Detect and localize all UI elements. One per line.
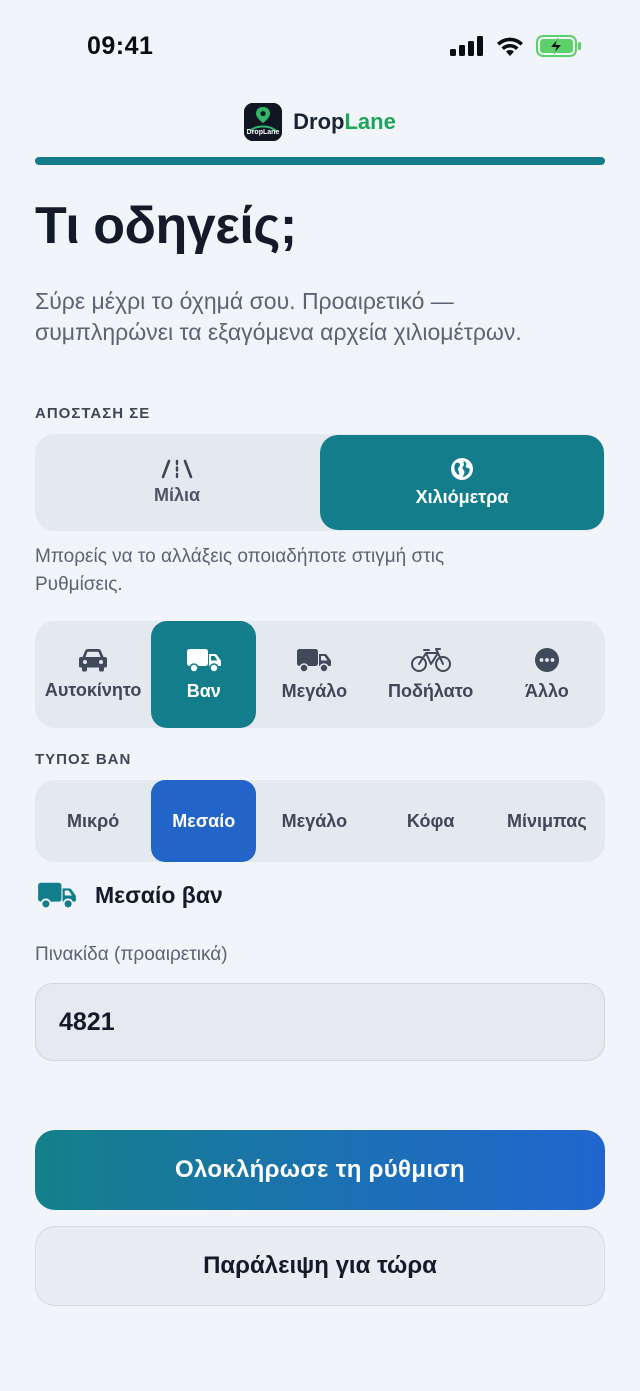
finish-setup-button[interactable]: Ολοκλήρωσε τη ρύθμιση [35,1130,605,1210]
cellular-signal-icon [450,36,483,56]
unit-option-label: Χιλιόμετρα [415,487,509,507]
brand-name-drop: Drop [293,109,345,134]
battery-charging-icon [536,35,581,57]
svg-text:DropLane: DropLane [247,129,280,136]
wifi-icon [497,37,523,56]
unit-option-miles[interactable]: Μίλια [35,434,319,531]
van-type-option-small[interactable]: Μικρό [35,780,151,862]
car-icon [79,649,108,672]
plate-input[interactable] [35,983,605,1061]
onboarding-progress-bar [35,157,605,165]
distance-hint: Μπορείς να το αλλάξεις οποιαδήποτε στιγμ… [35,546,445,595]
globe-icon [451,458,473,480]
bicycle-icon [410,648,451,672]
van-type-option-minibus[interactable]: Μίνιμπας [489,780,605,862]
selected-vehicle-label: Μεσαίο βαν [95,881,223,908]
droplane-logo: DropLane [244,103,283,141]
distance-section-label: ΑΠΟΣΤΑΣΗ ΣΕ [35,405,151,422]
van-icon [186,649,221,673]
status-bar: 09:41 [0,0,640,95]
vehicle-option-label: Βαν [186,681,221,701]
more-icon [534,648,559,672]
brand-header: DropLane DropLane [0,103,640,141]
van-type-option-large[interactable]: Μεγάλο [256,780,372,862]
van-icon [38,882,76,910]
vehicle-type-selector: Αυτοκίνητο Βαν Μεγάλο Ποδήλατο Άλλο [35,621,605,728]
plate-field-label: Πινακίδα (προαιρετικά) [35,944,228,965]
truck-icon [297,649,332,673]
unit-option-kilometers[interactable]: Χιλιόμετρα [320,435,604,530]
page-title: Τι οδηγείς; [35,197,297,255]
road-icon [161,459,193,479]
brand-name: DropLane [293,109,396,135]
van-type-option-medium[interactable]: Μεσαίο [151,780,257,862]
vehicle-option-large[interactable]: Μεγάλο [256,621,372,728]
page-subtitle: Σύρε μέχρι το όχημά σου. Προαιρετικό — σ… [35,288,522,345]
vehicle-option-van[interactable]: Βαν [151,621,257,728]
brand-name-lane: Lane [344,109,396,134]
vehicle-option-car[interactable]: Αυτοκίνητο [35,621,151,728]
van-type-section-label: ΤΥΠΟΣ ΒΑΝ [35,751,132,768]
distance-unit-toggle: Μίλια Χιλιόμετρα [35,434,605,531]
vehicle-option-bicycle[interactable]: Ποδήλατο [373,621,489,728]
vehicle-option-label: Μεγάλο [281,681,348,701]
vehicle-option-label: Άλλο [524,681,569,701]
selected-vehicle-summary: Μεσαίο βαν [37,880,223,910]
van-type-selector: Μικρό Μεσαίο Μεγάλο Κόφα Μίνιμπας [35,780,605,862]
status-time: 09:41 [87,32,154,60]
vehicle-option-label: Αυτοκίνητο [44,680,142,700]
vehicle-option-label: Ποδήλατο [387,681,474,701]
van-type-option-box[interactable]: Κόφα [373,780,489,862]
skip-for-now-button[interactable]: Παράλειψη για τώρα [35,1226,605,1306]
status-icons [450,35,582,57]
vehicle-option-other[interactable]: Άλλο [489,621,605,728]
unit-option-label: Μίλια [153,485,201,505]
